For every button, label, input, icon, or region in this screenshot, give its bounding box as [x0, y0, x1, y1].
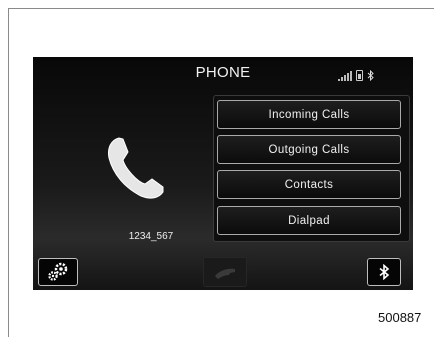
- figure-code: 500887: [378, 310, 422, 325]
- battery-icon: [356, 70, 363, 81]
- figure-frame-left: [8, 8, 9, 337]
- phone-handset-icon: [105, 132, 167, 202]
- contacts-button[interactable]: Contacts: [217, 170, 401, 199]
- signal-strength-icon: [338, 71, 352, 81]
- bluetooth-icon: [379, 264, 390, 280]
- call-button[interactable]: [203, 257, 247, 287]
- caller-name: 1234_567: [128, 231, 174, 242]
- bluetooth-icon: [367, 70, 374, 81]
- bluetooth-button[interactable]: [367, 258, 401, 286]
- settings-button[interactable]: [38, 258, 78, 286]
- incoming-calls-button[interactable]: Incoming Calls: [217, 100, 401, 129]
- status-indicators: [338, 70, 374, 81]
- outgoing-calls-button[interactable]: Outgoing Calls: [217, 135, 401, 164]
- phone-screen: PHONE 1234_567 Incoming Calls Outgoing C…: [33, 57, 413, 290]
- dialpad-button[interactable]: Dialpad: [217, 206, 401, 235]
- figure-frame-top: [8, 8, 434, 9]
- handset-icon: [215, 268, 235, 279]
- settings-gears-icon: [48, 262, 68, 281]
